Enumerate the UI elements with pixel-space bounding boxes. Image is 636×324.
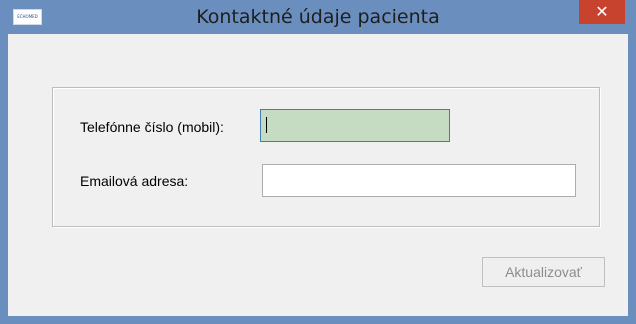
text-caret — [266, 117, 267, 133]
email-input[interactable] — [262, 164, 576, 197]
dialog-content: Telefónne číslo (mobil): Emailová adresa… — [8, 34, 628, 316]
contact-group-box — [52, 87, 600, 227]
close-button[interactable]: ✕ — [579, 0, 625, 24]
email-label: Emailová adresa: — [80, 173, 189, 189]
title-bar[interactable]: ECHOMED Kontaktné údaje pacienta ✕ — [0, 0, 636, 34]
phone-input[interactable] — [260, 109, 450, 142]
close-icon: ✕ — [595, 2, 609, 21]
app-logo-icon: ECHOMED — [13, 9, 42, 25]
dialog-window: ECHOMED Kontaktné údaje pacienta ✕ Telef… — [0, 0, 636, 324]
update-button[interactable]: Aktualizovať — [482, 257, 605, 287]
window-title: Kontaktné údaje pacienta — [196, 6, 440, 28]
phone-label: Telefónne číslo (mobil): — [80, 119, 224, 135]
